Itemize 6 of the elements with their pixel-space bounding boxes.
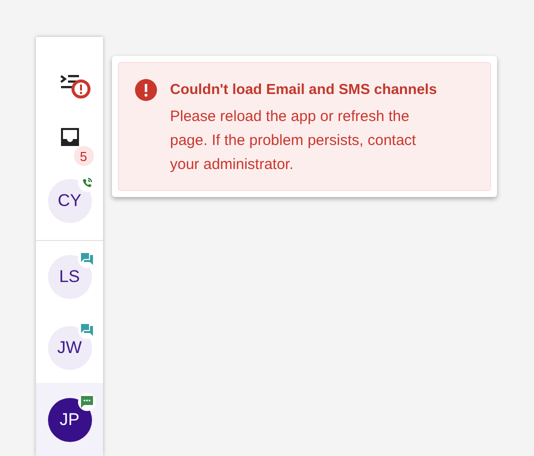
error-icon bbox=[135, 79, 157, 101]
inbox-button[interactable]: 5 bbox=[58, 125, 94, 166]
count-badge: 5 bbox=[74, 146, 94, 166]
alert-message: Please reload the app or refresh the page. If the problem persists, contact your administrator. bbox=[170, 107, 417, 175]
alert-title: Couldn't load Email and SMS channels bbox=[170, 81, 438, 100]
message-icon bbox=[78, 392, 96, 410]
